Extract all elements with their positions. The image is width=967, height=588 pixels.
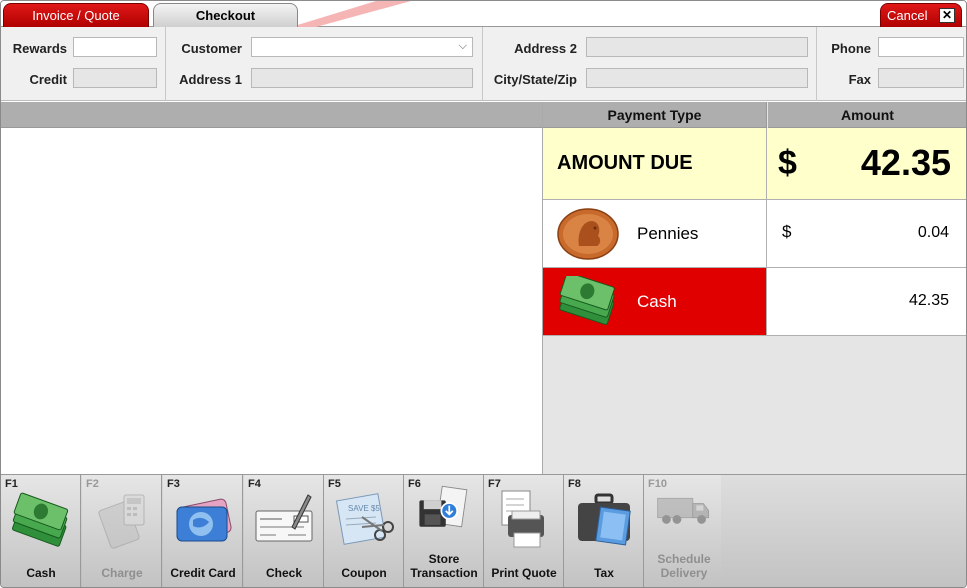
phone-label: Phone: [831, 41, 871, 56]
function-key-label: Schedule Delivery: [657, 552, 711, 580]
credit-label: Credit: [29, 72, 67, 87]
cash-icon: [559, 276, 615, 325]
payment-type-label: Pennies: [637, 223, 699, 243]
function-key-bar: F1 Cash F2 Charge F3 Credit Card F4 Chec…: [1, 474, 966, 587]
charge-icon: [98, 494, 145, 549]
truck-icon: [657, 497, 710, 524]
payment-currency: $: [782, 222, 792, 241]
amount-due-value: 42.35: [860, 142, 951, 183]
decorative-stripe: [291, 1, 411, 27]
address1-label: Address 1: [179, 72, 242, 87]
schedule-delivery-button: F10 Schedule Delivery: [644, 475, 724, 587]
tab-checkout[interactable]: Checkout: [153, 3, 298, 27]
store-transaction-button[interactable]: F6 Store Transaction: [404, 475, 484, 587]
function-key-label: Credit Card: [170, 566, 236, 580]
customer-info-panel: Rewards Credit Customer ⌵ Address 1 Addr…: [1, 27, 966, 101]
payment-row[interactable]: Pennies $ 0.04: [543, 200, 966, 268]
coupon-button[interactable]: F5 SAVE $5 Coupon: [324, 475, 404, 587]
function-key-label: Store Transaction: [410, 552, 478, 580]
credit-field: [73, 68, 157, 88]
fax-field: [878, 68, 964, 88]
coupon-icon: SAVE $5: [335, 493, 394, 545]
function-bar-filler: [721, 475, 966, 587]
svg-text:SAVE $5: SAVE $5: [348, 504, 380, 513]
column-header-payment-type: Payment Type: [543, 102, 767, 128]
payment-row[interactable]: Cash 42.35: [543, 268, 966, 336]
divider: [482, 27, 483, 101]
check-icon: [255, 494, 313, 542]
payment-amount-cell: 42.35: [768, 268, 966, 335]
amount-due-currency: $: [778, 144, 797, 182]
item-list-pane: [1, 102, 542, 474]
penny-icon: [557, 208, 619, 260]
function-key-label: Check: [265, 566, 303, 580]
function-key-label: Charge: [101, 566, 143, 580]
column-header-amount: Amount: [768, 102, 966, 128]
city-state-zip-field: [586, 68, 808, 88]
amount-due-label: AMOUNT DUE: [543, 128, 767, 199]
credit-card-button[interactable]: F3 Credit Card: [163, 475, 243, 587]
close-icon[interactable]: ✕: [939, 8, 955, 23]
payment-type-cell: Pennies: [543, 200, 767, 267]
amount-due-cell: $ 42.35: [768, 128, 966, 199]
charge-button: F2 Charge: [82, 475, 162, 587]
function-key-label: Cash: [26, 566, 56, 580]
tax-button[interactable]: F8 Tax: [564, 475, 644, 587]
briefcase-icon: [578, 493, 631, 546]
tab-invoice-quote[interactable]: Invoice / Quote: [3, 3, 149, 27]
divider: [816, 27, 817, 101]
phone-input[interactable]: [878, 37, 964, 57]
function-key-label: Tax: [594, 566, 614, 580]
divider: [165, 27, 166, 101]
rewards-input[interactable]: [73, 37, 157, 57]
rewards-label: Rewards: [12, 41, 67, 56]
function-key-label: Coupon: [341, 566, 387, 580]
check-button[interactable]: F4 Check: [244, 475, 324, 587]
tab-invoice-quote-label: Invoice / Quote: [32, 8, 120, 23]
printer-icon: [501, 490, 544, 548]
store-transaction-icon: [419, 485, 468, 528]
address2-field: [586, 37, 808, 57]
payment-amount: 0.04: [917, 224, 949, 241]
function-key-label: Print Quote: [491, 566, 557, 580]
amount-due-row: AMOUNT DUE $ 42.35: [543, 128, 966, 200]
checkout-window: Invoice / Quote Checkout Cancel ✕ Reward…: [0, 0, 967, 588]
payment-amount: 42.35: [908, 292, 949, 309]
city-state-zip-label: City/State/Zip: [493, 72, 577, 87]
tab-checkout-label: Checkout: [195, 8, 256, 23]
payment-amount-cell: $ 0.04: [768, 200, 966, 267]
payment-type-label: Cash: [637, 291, 677, 311]
cash-icon: [12, 492, 69, 547]
fax-label: Fax: [848, 72, 871, 87]
customer-select[interactable]: ⌵: [251, 37, 473, 57]
address2-label: Address 2: [514, 41, 577, 56]
cash-button[interactable]: F1 Cash: [1, 475, 81, 587]
address1-field: [251, 68, 473, 88]
payment-type-cell: Cash: [543, 268, 767, 335]
cancel-label: Cancel: [887, 8, 928, 23]
item-list-header: [1, 102, 542, 128]
tab-bar: Invoice / Quote Checkout Cancel ✕: [1, 1, 966, 27]
chevron-down-icon[interactable]: ⌵: [459, 40, 467, 53]
customer-label: Customer: [181, 41, 242, 56]
cancel-button[interactable]: Cancel ✕: [880, 3, 962, 27]
print-quote-button[interactable]: F7 Print Quote: [484, 475, 564, 587]
credit-card-icon: [176, 498, 232, 542]
payment-table: Payment Type Amount AMOUNT DUE $ 42.35 P…: [542, 102, 966, 474]
